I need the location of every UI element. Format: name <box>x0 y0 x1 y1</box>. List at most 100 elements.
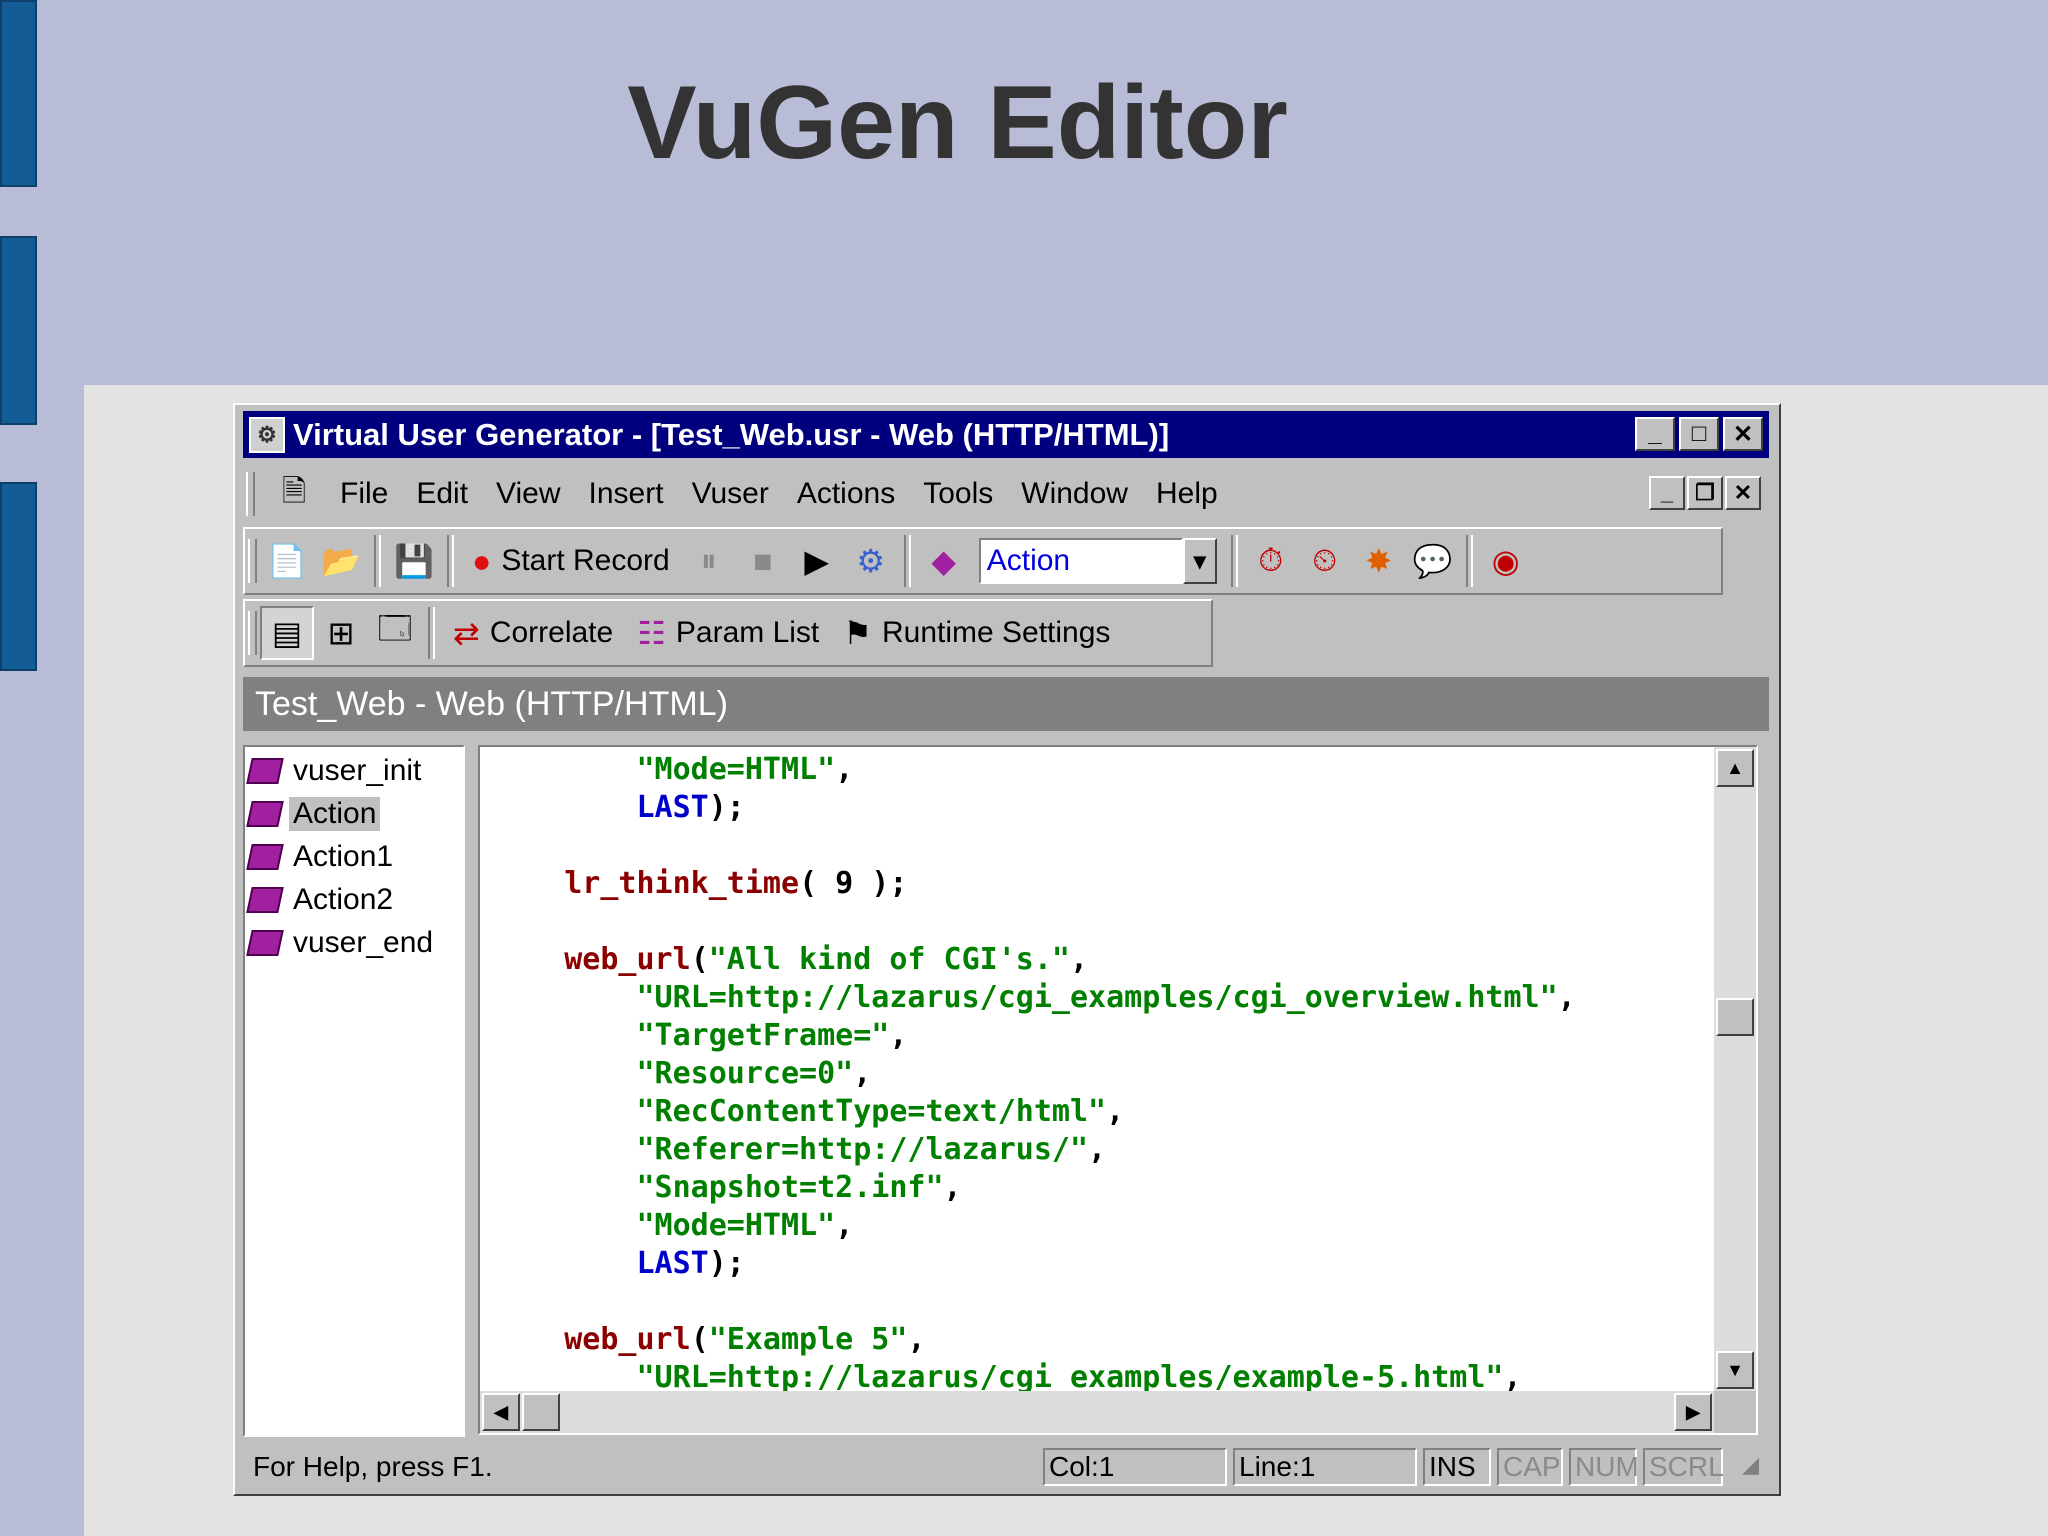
mdi-close-button[interactable]: ✕ <box>1725 476 1761 510</box>
tree-item-vuser-init[interactable]: vuser_init <box>245 749 463 792</box>
code-token: "URL=http://lazarus/cgi_examples/cgi_ove… <box>636 980 1558 1015</box>
code-line[interactable]: LAST); <box>492 1245 745 1283</box>
horizontal-scrollbar[interactable]: ◀ ▶ <box>480 1391 1714 1433</box>
stop-button[interactable]: ■ <box>736 534 790 588</box>
open-button[interactable]: 📂 <box>314 534 368 588</box>
code-line[interactable]: "URL=http://lazarus/cgi_examples/example… <box>492 1359 1522 1391</box>
tree-item-action1[interactable]: Action1 <box>245 835 463 878</box>
code-token: "TargetFrame=" <box>636 1018 890 1053</box>
script-view-button[interactable]: ▤ <box>260 606 314 660</box>
code-line[interactable]: "URL=http://lazarus/cgi_examples/cgi_ove… <box>492 979 1576 1017</box>
controller-icon: ◉ <box>1491 543 1520 579</box>
slide-title: VuGen Editor <box>627 65 1288 181</box>
combo-dropdown-button[interactable]: ▾ <box>1182 538 1217 584</box>
code-line[interactable]: web_url("All kind of CGI's.", <box>492 941 1088 979</box>
param-list-button[interactable]: ☷ Param List <box>625 606 831 660</box>
menu-insert[interactable]: Insert <box>589 477 664 511</box>
code-line[interactable]: "RecContentType=text/html", <box>492 1093 1125 1131</box>
toolbar-grip[interactable] <box>248 539 257 583</box>
code-area[interactable]: "Mode=HTML", LAST); lr_think_time( 9 ); … <box>480 747 1714 1391</box>
code-token: LAST <box>636 790 709 825</box>
mdi-minimize-button[interactable]: _ <box>1649 476 1685 510</box>
run-controller-button[interactable]: ◉ <box>1479 534 1533 588</box>
minimize-button[interactable]: _ <box>1635 417 1675 451</box>
end-transaction-button[interactable]: ⏲ <box>1298 534 1352 588</box>
code-line[interactable]: "Referer=http://lazarus/", <box>492 1131 1107 1169</box>
code-line[interactable]: lr_think_time( 9 ); <box>492 865 907 903</box>
code-line[interactable]: "Resource=0", <box>492 1055 872 1093</box>
action-combo-field[interactable]: Action <box>978 538 1183 584</box>
compile-button[interactable]: ⚙ <box>844 534 898 588</box>
toolbar-separator <box>903 535 911 587</box>
code-line[interactable]: "TargetFrame=", <box>492 1017 908 1055</box>
status-help-text: For Help, press F1. <box>253 1451 493 1482</box>
correlate-button[interactable]: ⇄ Correlate <box>441 606 625 660</box>
vertical-scrollbar[interactable]: ▲ ▼ <box>1714 747 1756 1391</box>
status-num: NUM <box>1569 1448 1639 1486</box>
script-editor[interactable]: "Mode=HTML", LAST); lr_think_time( 9 ); … <box>478 745 1758 1435</box>
menu-view[interactable]: View <box>496 477 560 511</box>
code-line[interactable]: LAST); <box>492 789 745 827</box>
code-line[interactable]: web_url("Example 5", <box>492 1321 925 1359</box>
status-ins: INS <box>1423 1448 1491 1486</box>
runtime-settings-button[interactable]: ⚑ Runtime Settings <box>831 606 1122 660</box>
scrollbar-corner <box>1714 1391 1756 1433</box>
start-transaction-button[interactable]: ⏱ <box>1244 534 1298 588</box>
resize-grip-icon[interactable]: ◢ <box>1729 1452 1759 1482</box>
code-token: web_url <box>564 1322 691 1357</box>
toolbar-grip[interactable] <box>248 611 257 655</box>
pause-button[interactable]: ⏸ <box>682 534 736 588</box>
tree-item-action2[interactable]: Action2 <box>245 878 463 921</box>
code-token: ); <box>708 790 745 825</box>
save-button[interactable]: 💾 <box>387 534 441 588</box>
menu-file[interactable]: File <box>340 477 388 511</box>
toolbar-separator <box>428 607 435 659</box>
open-folder-icon: 📂 <box>321 543 361 579</box>
scroll-right-button[interactable]: ▶ <box>1674 1393 1712 1431</box>
menu-window[interactable]: Window <box>1021 477 1128 511</box>
show-log-button[interactable]: 🗔 <box>368 606 422 660</box>
vugen-app-icon: ⚙ <box>249 416 285 453</box>
close-button[interactable]: ✕ <box>1723 417 1763 451</box>
new-script-button[interactable]: 📄 <box>260 534 314 588</box>
menu-help[interactable]: Help <box>1156 477 1218 511</box>
maximize-button[interactable]: □ <box>1679 417 1719 451</box>
menu-vuser[interactable]: Vuser <box>692 477 769 511</box>
scroll-up-button[interactable]: ▲ <box>1716 749 1754 787</box>
runtime-settings-icon: ⚑ <box>843 615 872 651</box>
play-icon: ▶ <box>804 543 830 579</box>
rendezvous-button[interactable]: ✸ <box>1352 534 1406 588</box>
code-line[interactable]: "Mode=HTML", <box>492 751 854 789</box>
correlate-arrows-icon: ⇄ <box>453 615 480 651</box>
action-combo[interactable]: Action ▾ <box>978 538 1217 584</box>
menu-edit[interactable]: Edit <box>416 477 468 511</box>
code-line[interactable]: "Mode=HTML", <box>492 1207 854 1245</box>
scroll-down-button[interactable]: ▼ <box>1716 1351 1754 1389</box>
toolbar-separator <box>374 535 381 587</box>
create-action-button[interactable]: ◆ <box>917 534 971 588</box>
mdi-restore-button[interactable]: ❐ <box>1687 476 1723 510</box>
menu-tools[interactable]: Tools <box>923 477 993 511</box>
tree-item-vuser-end[interactable]: vuser_end <box>245 921 463 964</box>
document-icon[interactable]: 🗎 <box>274 474 314 514</box>
tree-item-action[interactable]: Action <box>245 792 463 835</box>
menu-actions[interactable]: Actions <box>797 477 895 511</box>
start-record-button[interactable]: ● Start Record <box>460 534 682 588</box>
tree-item-label: vuser_end <box>293 925 434 959</box>
window-titlebar[interactable]: ⚙ Virtual User Generator - [Test_Web.usr… <box>243 411 1769 458</box>
vertical-scroll-thumb[interactable] <box>1716 997 1754 1036</box>
run-button[interactable]: ▶ <box>790 534 844 588</box>
scroll-left-button[interactable]: ◀ <box>482 1393 520 1431</box>
horizontal-scroll-thumb[interactable] <box>522 1393 560 1431</box>
code-line[interactable]: "Snapshot=t2.inf", <box>492 1169 962 1207</box>
menubar-grip[interactable] <box>246 472 255 516</box>
code-token: , <box>1106 1094 1125 1129</box>
comment-button[interactable]: 💬 <box>1406 534 1460 588</box>
tree-view-button[interactable]: ⊞ <box>314 606 368 660</box>
menu-bar: 🗎 File Edit View Insert Vuser Actions To… <box>243 464 1769 524</box>
